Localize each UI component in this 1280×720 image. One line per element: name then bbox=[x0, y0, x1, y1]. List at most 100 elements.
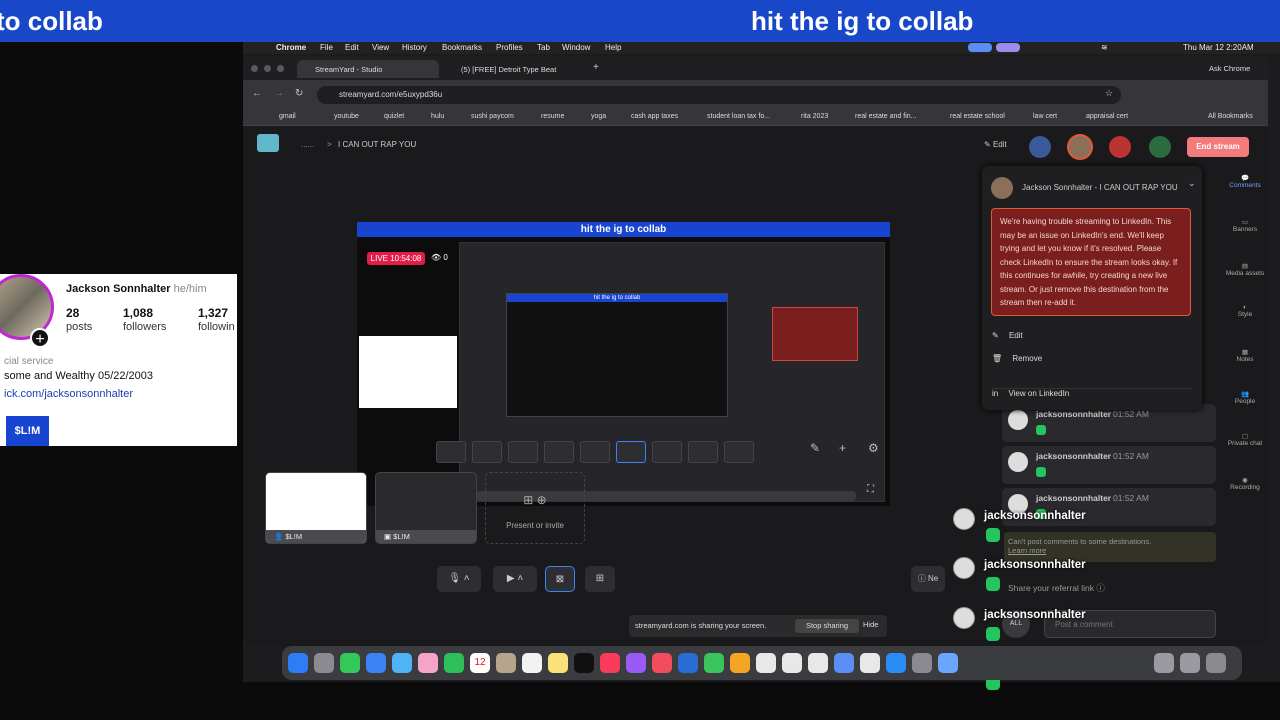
reload-icon[interactable]: ↻ bbox=[295, 88, 303, 99]
layout-cinema[interactable] bbox=[688, 441, 718, 463]
ask-chrome-button[interactable]: Ask Chrome bbox=[1209, 64, 1250, 73]
pages-icon[interactable] bbox=[730, 653, 750, 673]
microphone-button[interactable]: 🎙 ˄ bbox=[437, 566, 481, 592]
minimize-window-icon[interactable] bbox=[264, 65, 271, 72]
menubar-clock[interactable]: Thu Mar 12 2:20AM bbox=[1183, 43, 1254, 52]
layout-screen-selected[interactable] bbox=[616, 441, 646, 463]
view-on-linkedin-link[interactable]: in View on LinkedIn bbox=[992, 388, 1192, 398]
posts-stat[interactable]: 28 posts bbox=[66, 306, 92, 333]
news-icon[interactable] bbox=[652, 653, 672, 673]
followers-stat[interactable]: 1,088 followers bbox=[123, 306, 166, 333]
layout-leader[interactable] bbox=[508, 441, 538, 463]
bookmark-real-estate-fin[interactable]: real estate and fin... bbox=[855, 113, 916, 120]
layout-background[interactable] bbox=[724, 441, 754, 463]
layout-group[interactable] bbox=[472, 441, 502, 463]
messages-icon[interactable] bbox=[340, 653, 360, 673]
facetime-icon[interactable] bbox=[444, 653, 464, 673]
stop-sharing-button[interactable]: Stop sharing bbox=[795, 619, 859, 633]
system-settings-icon[interactable] bbox=[912, 653, 932, 673]
zoom-window-icon[interactable] bbox=[277, 65, 284, 72]
bookmark-yoga[interactable]: yoga bbox=[591, 113, 606, 120]
contacts-icon[interactable] bbox=[496, 653, 516, 673]
music-icon[interactable] bbox=[600, 653, 620, 673]
settings-gear-icon[interactable]: ⚙ bbox=[868, 441, 879, 455]
bookmark-cash-app-taxes[interactable]: cash app taxes bbox=[631, 113, 678, 120]
breadcrumb-root[interactable]: ...... bbox=[301, 140, 314, 149]
rail-notes[interactable]: ▦ Notes bbox=[1222, 348, 1268, 363]
folder-icon[interactable] bbox=[1154, 653, 1174, 673]
preview-icon[interactable] bbox=[756, 653, 776, 673]
menubar-recording-icon[interactable] bbox=[996, 43, 1020, 52]
bookmark-law-cert[interactable]: law cert bbox=[1033, 113, 1057, 120]
layout-thin[interactable] bbox=[544, 441, 574, 463]
menu-file[interactable]: File bbox=[320, 43, 333, 52]
reminders-icon[interactable] bbox=[522, 653, 542, 673]
launchpad-icon[interactable] bbox=[314, 653, 334, 673]
url-input[interactable]: streamyard.com/e5uxypd36u bbox=[317, 86, 1121, 104]
menu-history[interactable]: History bbox=[402, 43, 427, 52]
all-bookmarks[interactable]: All Bookmarks bbox=[1208, 113, 1253, 120]
menu-profiles[interactable]: Profiles bbox=[496, 43, 523, 52]
profile-link[interactable]: ick.com/jacksonsonnhalter bbox=[4, 388, 133, 400]
bookmark-hulu[interactable]: hulu bbox=[431, 113, 444, 120]
numbers-icon[interactable] bbox=[704, 653, 724, 673]
rail-recording[interactable]: ◉ Recording bbox=[1222, 476, 1268, 491]
new-button[interactable]: ⓘ Ne bbox=[911, 566, 945, 592]
safari-icon[interactable] bbox=[834, 653, 854, 673]
bookmark-student-loan[interactable]: student loan tax fo... bbox=[707, 113, 770, 120]
remove-destination-button[interactable]: 🗑 Remove bbox=[992, 354, 1042, 363]
camera-button[interactable]: ▶ ˄ bbox=[493, 566, 537, 592]
linkedin-destination-icon[interactable] bbox=[1069, 136, 1091, 158]
script-icon[interactable] bbox=[808, 653, 828, 673]
maps-icon[interactable] bbox=[392, 653, 412, 673]
documents-icon[interactable] bbox=[1180, 653, 1200, 673]
new-tab-button[interactable]: + bbox=[593, 62, 599, 73]
bookmark-rita[interactable]: rita 2023 bbox=[801, 113, 828, 120]
menu-view[interactable]: View bbox=[372, 43, 389, 52]
photos-icon[interactable] bbox=[418, 653, 438, 673]
mail-icon[interactable] bbox=[366, 653, 386, 673]
rail-banners[interactable]: ▭ Banners bbox=[1222, 218, 1268, 233]
keynote-icon[interactable] bbox=[678, 653, 698, 673]
menu-tab[interactable]: Tab bbox=[537, 43, 550, 52]
rail-people[interactable]: 👥 People bbox=[1222, 390, 1268, 405]
edit-destination-button[interactable]: ✎ Edit bbox=[992, 331, 1023, 340]
add-scene-icon[interactable]: + bbox=[839, 441, 846, 455]
screen-share-button[interactable]: ⊠ bbox=[545, 566, 575, 592]
bookmark-sushi-paycom[interactable]: sushi paycom bbox=[471, 113, 514, 120]
rail-private-chat[interactable]: ▢ Private chat bbox=[1222, 432, 1268, 447]
rail-style[interactable]: ◐ Style bbox=[1222, 304, 1268, 318]
wifi-icon[interactable]: ≋ bbox=[1101, 43, 1108, 52]
calendar-icon[interactable]: 12 bbox=[470, 653, 490, 673]
app-store-icon[interactable] bbox=[886, 653, 906, 673]
notes-icon[interactable] bbox=[548, 653, 568, 673]
present-button[interactable]: ⊞ bbox=[585, 566, 615, 592]
layout-split[interactable] bbox=[580, 441, 610, 463]
menu-help[interactable]: Help bbox=[605, 43, 621, 52]
textedit-icon[interactable] bbox=[782, 653, 802, 673]
podcasts-icon[interactable] bbox=[626, 653, 646, 673]
tab-streamyard[interactable]: StreamYard - Studio bbox=[297, 60, 439, 78]
present-or-invite-button[interactable]: ⊞ ⊕ Present or invite bbox=[485, 472, 585, 544]
following-stat[interactable]: 1,327 followin bbox=[198, 306, 235, 333]
bookmark-youtube[interactable]: youtube bbox=[334, 113, 359, 120]
menu-window[interactable]: Window bbox=[562, 43, 590, 52]
facebook-destination-icon[interactable] bbox=[1029, 136, 1051, 158]
source-thumbnail-camera[interactable]: 👤 $L!M bbox=[265, 472, 367, 544]
apple-tv-icon[interactable] bbox=[574, 653, 594, 673]
edit-layout-icon[interactable]: ✎ bbox=[810, 441, 820, 455]
bookmark-star-icon[interactable]: ☆ bbox=[1105, 88, 1113, 99]
bookmark-appraisal-cert[interactable]: appraisal cert bbox=[1086, 113, 1128, 120]
chevron-down-icon[interactable]: ⌄ bbox=[1188, 178, 1196, 189]
source-thumbnail-screen[interactable]: ▣ $L!M bbox=[375, 472, 477, 544]
menu-app-name[interactable]: Chrome bbox=[276, 43, 306, 52]
menu-edit[interactable]: Edit bbox=[345, 43, 359, 52]
edit-title-button[interactable]: ✎ Edit bbox=[984, 140, 1007, 149]
rail-comments[interactable]: 💬 Comments bbox=[1222, 174, 1268, 189]
forward-icon[interactable]: → bbox=[274, 88, 284, 99]
hide-sharing-bar-button[interactable]: Hide bbox=[863, 620, 878, 629]
add-story-icon[interactable]: + bbox=[30, 328, 50, 348]
menu-bookmarks[interactable]: Bookmarks bbox=[442, 43, 482, 52]
fullscreen-icon[interactable]: ⛶ bbox=[867, 484, 874, 495]
kick-destination-icon[interactable] bbox=[1149, 136, 1171, 158]
